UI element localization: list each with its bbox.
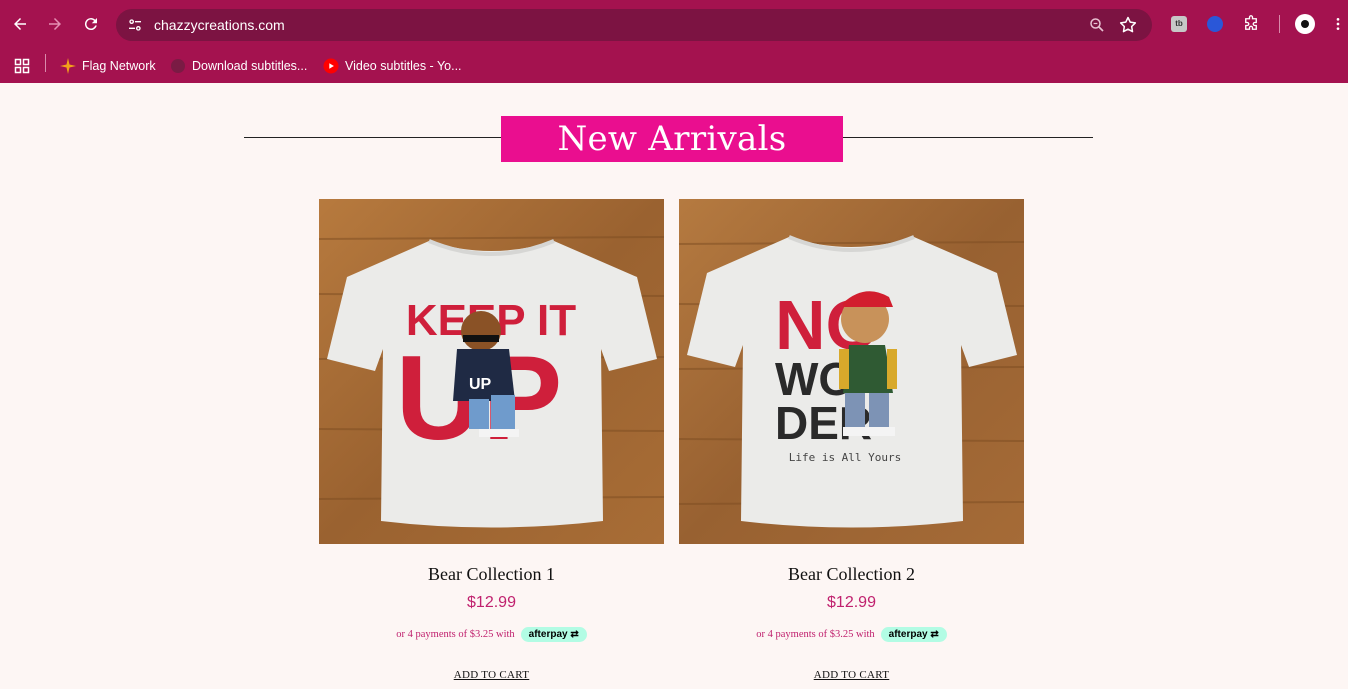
arrow-left-icon (14, 18, 26, 30)
afterpay-badge[interactable]: afterpay ⇄ (520, 627, 587, 642)
address-bar[interactable]: chazzycreations.com (116, 9, 1152, 41)
installments-info: or 4 payments of $3.25 with afterpay ⇄ (319, 627, 664, 642)
apps-grid-icon[interactable] (14, 55, 30, 77)
product-price: $12.99 (827, 594, 876, 611)
bookmark-label: Flag Network (82, 59, 156, 73)
url-text: chazzycreations.com (154, 17, 285, 33)
afterpay-label: afterpay (888, 629, 928, 640)
bookmarks-divider (45, 54, 46, 72)
reload-icon (84, 18, 97, 31)
bookmark-label: Video subtitles - Yo... (345, 59, 462, 73)
extension-icon[interactable] (1205, 14, 1225, 34)
bookmark-label: Download subtitles... (192, 59, 308, 73)
product-image[interactable]: KEEP IT UP UP (319, 199, 664, 544)
installments-info: or 4 payments of $3.25 with afterpay ⇄ (679, 627, 1024, 642)
arrow-right-icon (49, 18, 61, 30)
reload-button[interactable] (77, 10, 105, 38)
browser-toolbar: chazzycreations.com tb (0, 0, 1348, 48)
forward-button[interactable] (41, 10, 69, 38)
product-price: $12.99 (467, 594, 516, 611)
extension-icon[interactable]: tb (1169, 14, 1189, 34)
bookmark-video-subtitles[interactable]: Video subtitles - Yo... (323, 55, 462, 77)
star-burst-icon (60, 58, 76, 74)
product-card: KEEP IT UP UP Bear Collection 1 $12.99 o… (319, 199, 664, 681)
heading-rule-right (843, 137, 1093, 138)
zoom-icon[interactable] (1088, 16, 1106, 34)
extensions-puzzle-icon[interactable] (1241, 14, 1261, 34)
bookmark-flag-network[interactable]: Flag Network (60, 55, 156, 77)
product-name[interactable]: Bear Collection 2 (679, 564, 1024, 585)
site-favicon-icon (170, 58, 186, 74)
section-title: New Arrivals (557, 119, 787, 159)
profile-avatar[interactable] (1295, 14, 1315, 34)
product-name[interactable]: Bear Collection 1 (319, 564, 664, 585)
section-heading-banner: New Arrivals (501, 116, 843, 162)
site-info-icon[interactable] (124, 14, 146, 36)
youtube-icon (323, 58, 339, 74)
add-to-cart-button[interactable]: ADD TO CART (814, 669, 890, 681)
product-image[interactable]: NO WON DER Life is All Yours (679, 199, 1024, 544)
bookmarks-bar: Flag Network Download subtitles... Video… (0, 48, 1348, 83)
afterpay-badge[interactable]: afterpay ⇄ (880, 627, 947, 642)
shirt-tagline: Life is All Yours (789, 451, 902, 464)
back-button[interactable] (6, 10, 34, 38)
heading-rule-left (244, 137, 501, 138)
add-to-cart-button[interactable]: ADD TO CART (454, 669, 530, 681)
afterpay-label: afterpay (528, 629, 568, 640)
more-menu-icon[interactable] (1332, 14, 1344, 34)
product-card: NO WON DER Life is All Yours Bear Collec… (679, 199, 1024, 681)
bookmark-download-subtitles[interactable]: Download subtitles... (170, 55, 307, 77)
installments-text: or 4 payments of $3.25 with (756, 629, 875, 640)
toolbar-divider (1279, 15, 1280, 33)
installments-text: or 4 payments of $3.25 with (396, 629, 515, 640)
bookmark-star-icon[interactable] (1118, 15, 1138, 35)
bear-shirt-text: UP (469, 376, 492, 393)
